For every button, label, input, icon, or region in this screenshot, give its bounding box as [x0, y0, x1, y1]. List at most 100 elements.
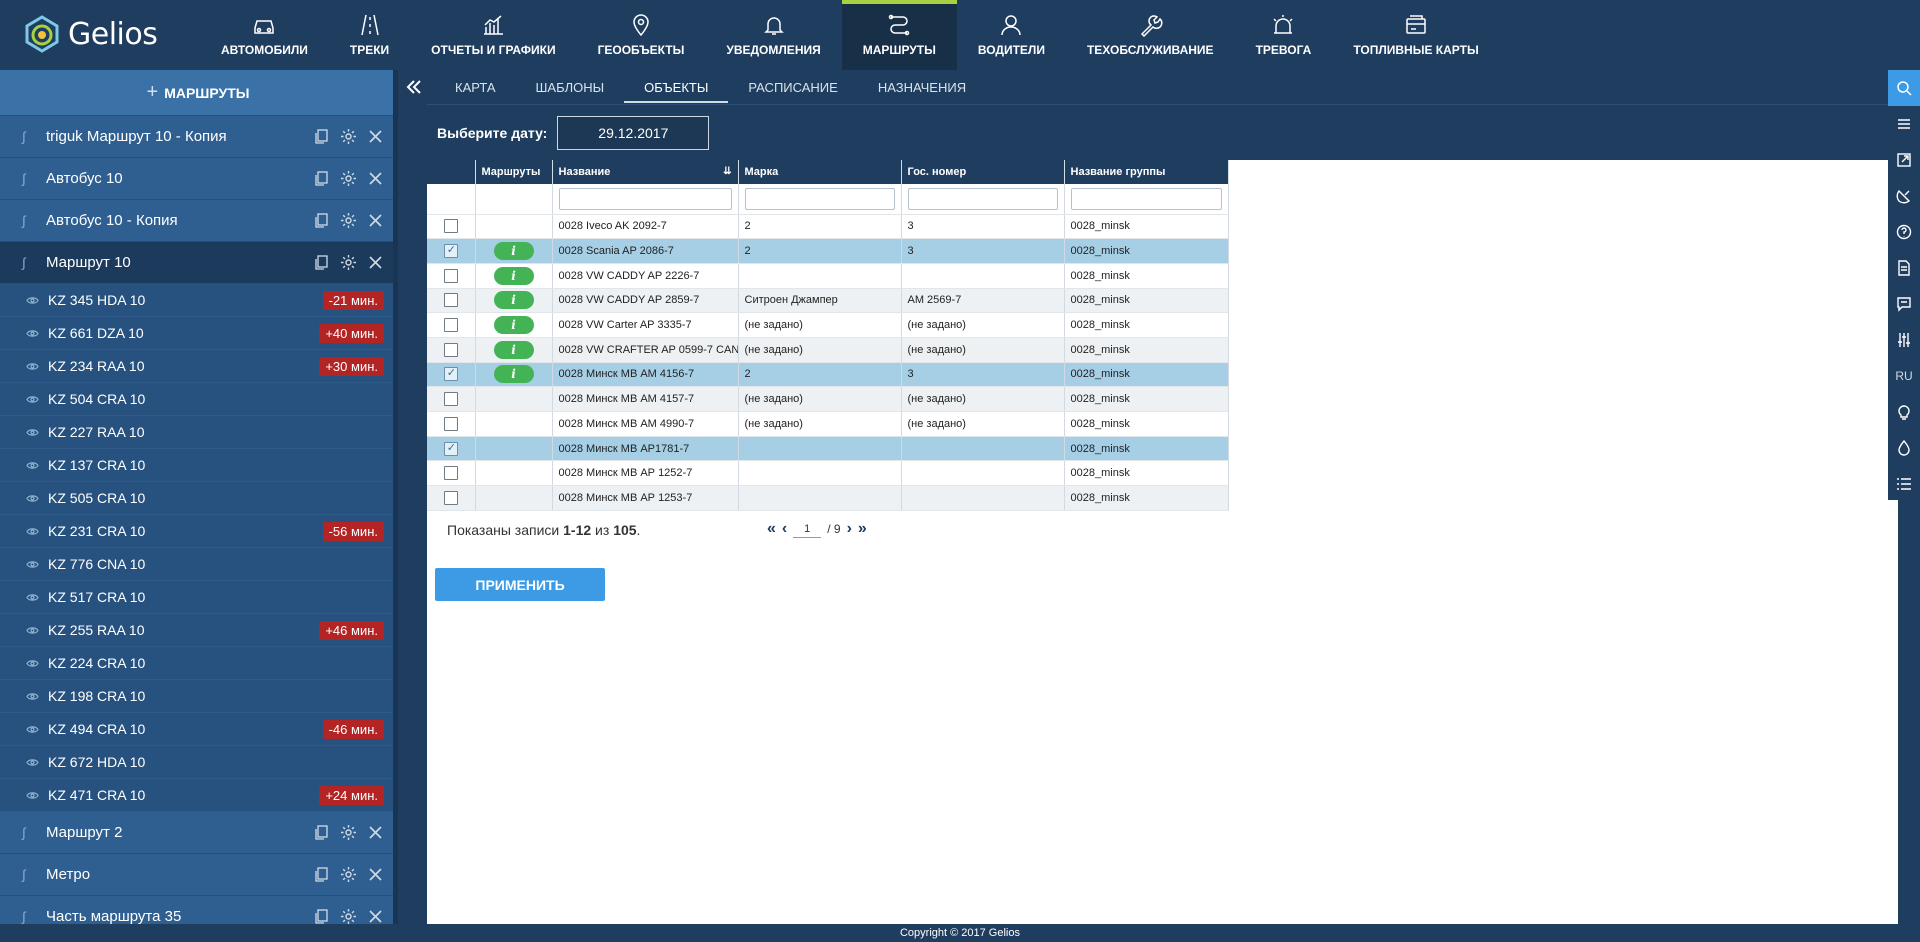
first-page-icon[interactable]: «	[767, 520, 776, 538]
vehicle-item[interactable]: KZ 224 CRA 10	[0, 647, 396, 680]
language-icon[interactable]: RU	[1888, 358, 1920, 394]
close-icon[interactable]	[367, 212, 384, 229]
eye-icon[interactable]	[26, 791, 40, 800]
copy-icon[interactable]	[313, 170, 330, 187]
table-row[interactable]: i 0028 VW CADDY AP 2859-7 Ситроен Джампе…	[427, 288, 1229, 314]
route-item[interactable]: ∫ Метро	[0, 854, 396, 896]
plate-filter-input[interactable]	[907, 187, 1058, 210]
bulb-icon[interactable]	[1888, 394, 1920, 430]
gear-icon[interactable]	[340, 866, 357, 883]
row-checkbox[interactable]	[443, 268, 458, 283]
close-icon[interactable]	[367, 866, 384, 883]
info-button[interactable]: i	[493, 291, 534, 310]
row-checkbox[interactable]	[443, 293, 458, 308]
vehicle-item[interactable]: KZ 345 HDA 10 -21 мин.	[0, 284, 396, 317]
gear-icon[interactable]	[340, 908, 357, 925]
tab-2[interactable]: ОБЪЕКТЫ	[624, 70, 729, 104]
row-checkbox[interactable]	[443, 342, 458, 357]
row-checkbox[interactable]	[443, 416, 458, 431]
copy-icon[interactable]	[313, 908, 330, 925]
eye-icon[interactable]	[26, 560, 40, 569]
gear-icon[interactable]	[340, 170, 357, 187]
table-row[interactable]: 0028 Минск МВ АМ 4990-7 (не задано) (не …	[427, 411, 1229, 437]
info-button[interactable]: i	[493, 266, 534, 285]
help-icon[interactable]	[1888, 214, 1920, 250]
table-row[interactable]: i 0028 VW CADDY AP 2226-7 0028_minsk	[427, 263, 1229, 289]
last-page-icon[interactable]: »	[858, 520, 867, 538]
external-link-icon[interactable]	[1888, 142, 1920, 178]
nav-item-geoobjects[interactable]: ГЕООБЪЕКТЫ	[577, 0, 706, 70]
close-icon[interactable]	[367, 170, 384, 187]
vehicle-item[interactable]: KZ 672 HDA 10	[0, 746, 396, 779]
search-icon[interactable]	[1888, 70, 1920, 106]
eye-icon[interactable]	[26, 527, 40, 536]
gear-icon[interactable]	[340, 824, 357, 841]
table-row[interactable]: 0028 Минск МВ АР 1252-7 0028_minsk	[427, 460, 1229, 487]
gelios-logo[interactable]: Gelios	[22, 12, 158, 56]
eye-icon[interactable]	[26, 725, 40, 734]
apply-button[interactable]: ПРИМЕНИТЬ	[435, 568, 605, 601]
eye-icon[interactable]	[26, 428, 40, 437]
close-icon[interactable]	[367, 254, 384, 271]
row-checkbox[interactable]	[443, 466, 458, 481]
menu-icon[interactable]	[1888, 106, 1920, 142]
copy-icon[interactable]	[313, 254, 330, 271]
eye-icon[interactable]	[26, 692, 40, 701]
column-header-name[interactable]: Название ⇊	[552, 160, 739, 184]
nav-item-cars[interactable]: АВТОМОБИЛИ	[200, 0, 329, 70]
tab-4[interactable]: НАЗНАЧЕНИЯ	[858, 70, 986, 104]
copy-icon[interactable]	[313, 824, 330, 841]
vehicle-item[interactable]: KZ 661 DZA 10 +40 мин.	[0, 317, 396, 350]
row-checkbox[interactable]	[443, 318, 458, 333]
table-row[interactable]: 0028 Iveco AK 2092-7 2 3 0028_minsk	[427, 214, 1229, 240]
close-icon[interactable]	[367, 824, 384, 841]
eye-icon[interactable]	[26, 494, 40, 503]
table-row[interactable]: 0028 Минск МВ АР 1253-7 0028_minsk	[427, 485, 1229, 511]
prev-page-icon[interactable]: ‹	[782, 520, 787, 538]
info-button[interactable]: i	[493, 316, 534, 335]
copy-icon[interactable]	[313, 128, 330, 145]
row-checkbox[interactable]	[443, 441, 458, 456]
page-input[interactable]	[793, 520, 822, 538]
table-row[interactable]: 0028 Минск МВ АМ 4157-7 (не задано) (не …	[427, 386, 1229, 412]
collapse-sidebar-button[interactable]	[401, 70, 427, 104]
gear-icon[interactable]	[340, 128, 357, 145]
route-item-active[interactable]: ∫ Маршрут 10	[0, 242, 396, 284]
route-item[interactable]: ∫ Автобус 10	[0, 158, 396, 200]
table-row[interactable]: i 0028 Минск МВ АМ 4156-7 2 3 0028_minsk	[427, 362, 1229, 388]
document-icon[interactable]	[1888, 250, 1920, 286]
copy-icon[interactable]	[313, 866, 330, 883]
sliders-icon[interactable]	[1888, 322, 1920, 358]
satellite-icon[interactable]	[1888, 178, 1920, 214]
nav-item-tracks[interactable]: ТРЕКИ	[329, 0, 410, 70]
vehicle-item[interactable]: KZ 776 CNA 10	[0, 548, 396, 581]
vehicle-item[interactable]: KZ 494 CRA 10 -46 мин.	[0, 713, 396, 746]
column-header-group[interactable]: Название группы	[1064, 160, 1229, 184]
column-header-routes[interactable]: Маршруты	[475, 160, 553, 184]
tab-0[interactable]: КАРТА	[435, 70, 516, 104]
nav-item-maintenance[interactable]: ТЕХОБСЛУЖИВАНИЕ	[1066, 0, 1235, 70]
route-item[interactable]: ∫ Автобус 10 - Копия	[0, 200, 396, 242]
tab-3[interactable]: РАСПИСАНИЕ	[728, 70, 857, 104]
vehicle-item[interactable]: KZ 137 CRA 10	[0, 449, 396, 482]
close-icon[interactable]	[367, 908, 384, 925]
row-checkbox[interactable]	[443, 490, 458, 505]
vehicle-item[interactable]: KZ 471 CRA 10 +24 мин.	[0, 779, 396, 812]
list-icon[interactable]	[1888, 466, 1920, 502]
eye-icon[interactable]	[26, 758, 40, 767]
nav-item-fuel-cards[interactable]: ТОПЛИВНЫЕ КАРТЫ	[1332, 0, 1499, 70]
row-checkbox[interactable]	[443, 243, 458, 259]
row-checkbox[interactable]	[443, 219, 458, 234]
name-filter-input[interactable]	[558, 187, 732, 210]
nav-item-alarm[interactable]: ТРЕВОГА	[1235, 0, 1333, 70]
sort-icon[interactable]: ⇊	[723, 166, 731, 177]
route-item[interactable]: ∫ Маршрут 2	[0, 812, 396, 854]
drop-icon[interactable]	[1888, 430, 1920, 466]
nav-item-notifications[interactable]: УВЕДОМЛЕНИЯ	[705, 0, 841, 70]
next-page-icon[interactable]: ›	[847, 520, 852, 538]
copy-icon[interactable]	[313, 212, 330, 229]
table-row[interactable]: i 0028 VW CRAFTER AP 0599-7 CAN (не зада…	[427, 337, 1229, 363]
eye-icon[interactable]	[26, 296, 40, 305]
vehicle-item[interactable]: KZ 255 RAA 10 +46 мин.	[0, 614, 396, 647]
nav-item-drivers[interactable]: ВОДИТЕЛИ	[957, 0, 1066, 70]
